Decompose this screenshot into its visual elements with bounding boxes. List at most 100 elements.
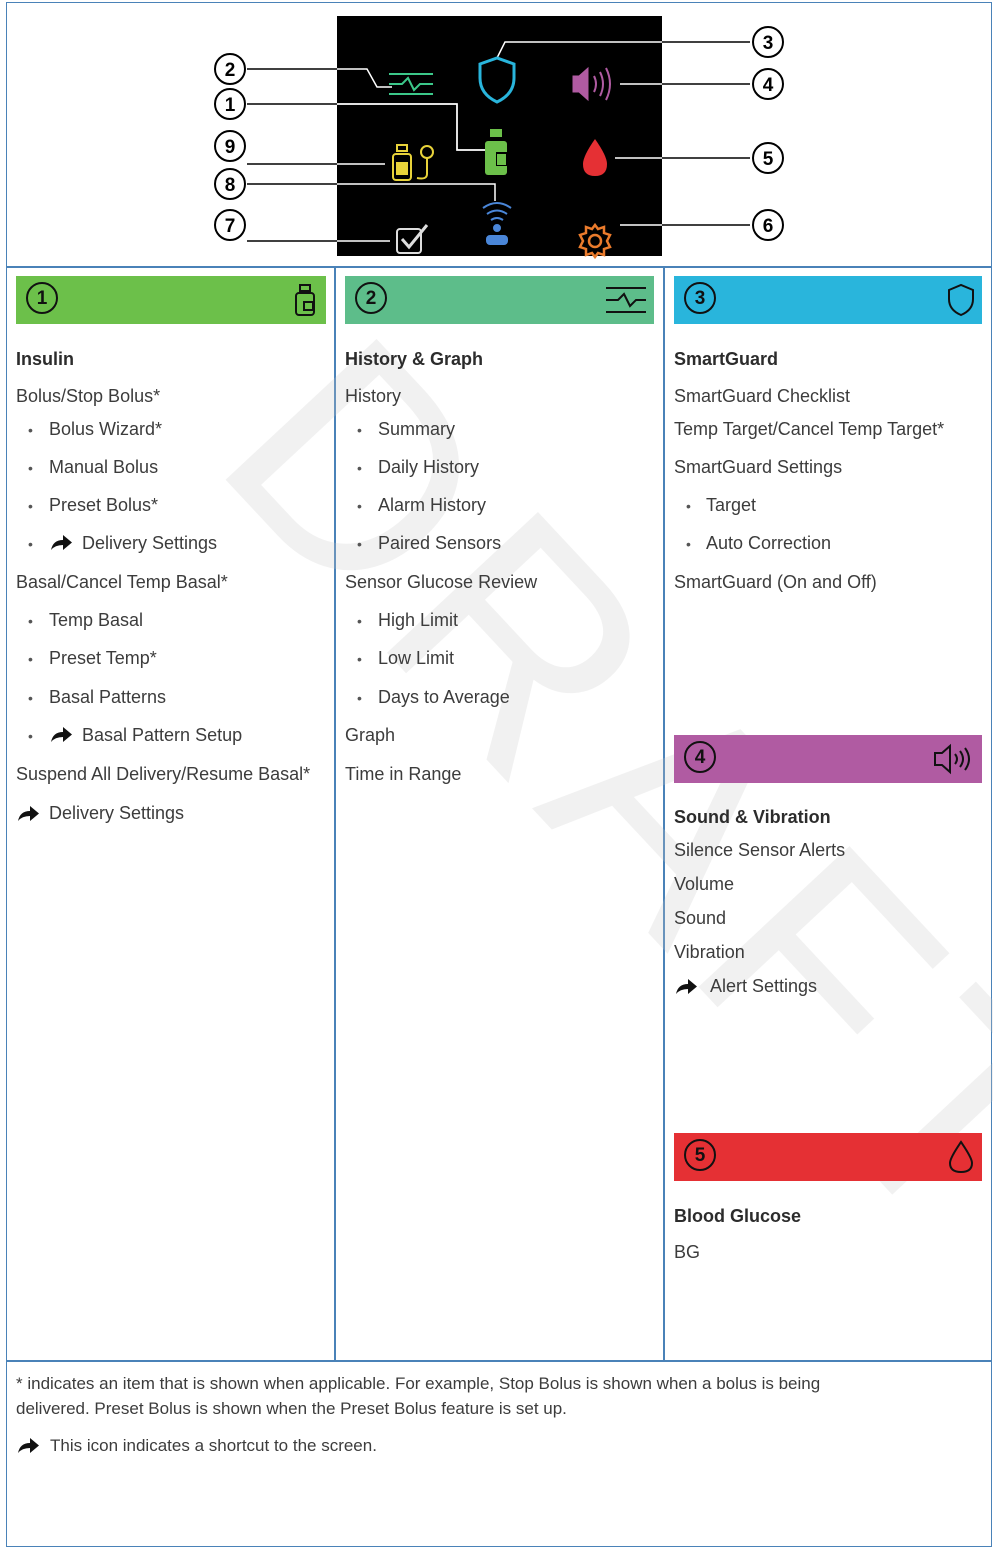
menu-item: Basal/Cancel Temp Basal* <box>16 572 228 592</box>
bullet: • <box>357 498 362 514</box>
menu-item: Bolus Wizard* <box>49 419 163 439</box>
svg-text:4: 4 <box>763 75 774 96</box>
shortcut-arrow-icon <box>18 1438 39 1453</box>
section-number: 2 <box>355 282 387 314</box>
section-number: 5 <box>684 1139 716 1171</box>
menu-item: Alarm History <box>378 495 487 515</box>
menu-item: Temp Target/Cancel Temp Target* <box>674 419 945 439</box>
callout-7: 7 <box>214 209 246 241</box>
section-number: 4 <box>684 741 716 773</box>
callout-6: 6 <box>752 209 784 241</box>
menu-item: BG <box>674 1242 701 1262</box>
callout-8: 8 <box>214 168 246 200</box>
menu-item: Time in Range <box>345 764 462 784</box>
svg-text:6: 6 <box>763 216 774 237</box>
menu-item: Temp Basal <box>49 610 144 630</box>
bullet: • <box>357 536 362 552</box>
shortcut-arrow-icon <box>51 727 72 742</box>
menu-item: Sound <box>674 908 727 928</box>
shortcut-arrow-icon <box>676 979 697 994</box>
shield-icon <box>948 283 974 317</box>
menu-item: Silence Sensor Alerts <box>674 840 846 860</box>
svg-text:5: 5 <box>763 149 774 170</box>
menu-item: Vibration <box>674 942 745 962</box>
bullet: • <box>28 690 33 706</box>
section-title: Insulin <box>16 349 74 369</box>
svg-text:3: 3 <box>763 33 774 54</box>
section-title: Sound & Vibration <box>674 807 831 827</box>
menu-item: Daily History <box>378 457 480 477</box>
bullet: • <box>28 651 33 667</box>
shortcut-arrow-icon <box>51 535 72 550</box>
svg-text:9: 9 <box>225 137 236 158</box>
smartguard-banner: 3 <box>674 276 982 324</box>
menu-item: Paired Sensors <box>378 533 502 553</box>
menu-item: Basal Pattern Setup <box>82 725 243 745</box>
history-banner: 2 <box>345 276 654 324</box>
footnote-line: * indicates an item that is shown when a… <box>16 1374 821 1393</box>
section-number: 3 <box>684 282 716 314</box>
bullet: • <box>28 728 33 744</box>
callout-3: 3 <box>752 26 784 58</box>
speaker-icon <box>934 743 970 775</box>
svg-text:8: 8 <box>225 175 236 196</box>
insulin-banner: 1 <box>16 276 326 324</box>
menu-item: SmartGuard Checklist <box>674 386 851 406</box>
menu-item: SmartGuard Settings <box>674 457 843 477</box>
drop-icon <box>948 1140 974 1174</box>
section-title: Blood Glucose <box>674 1206 802 1226</box>
menu-item: Days to Average <box>378 687 510 707</box>
home-menu-diagram: 2 1 9 8 7 3 4 5 6 <box>205 16 805 262</box>
menu-item: Delivery Settings <box>49 803 185 823</box>
menu-item: Graph <box>345 725 396 745</box>
callout-5: 5 <box>752 142 784 174</box>
bg-banner: 5 <box>674 1133 982 1181</box>
menu-item: History <box>345 386 402 406</box>
bullet: • <box>28 460 33 476</box>
bullet: • <box>357 422 362 438</box>
shortcut-legend: This icon indicates a shortcut to the sc… <box>50 1436 377 1455</box>
section-title: History & Graph <box>345 349 484 369</box>
divider-top <box>6 266 992 268</box>
svg-text:7: 7 <box>225 216 236 237</box>
bullet: • <box>357 651 362 667</box>
column-divider-1 <box>334 266 336 1361</box>
section-title: SmartGuard <box>674 349 779 369</box>
history-graph-icon <box>606 287 646 313</box>
menu-item: Manual Bolus <box>49 457 159 477</box>
callout-1: 1 <box>214 88 246 120</box>
svg-text:2: 2 <box>225 60 236 81</box>
bullet: • <box>28 613 33 629</box>
menu-item: Sensor Glucose Review <box>345 572 538 592</box>
menu-item: High Limit <box>378 610 459 630</box>
section-number: 1 <box>26 282 58 314</box>
bullet: • <box>686 498 691 514</box>
menu-item: Suspend All Delivery/Resume Basal* <box>16 764 311 784</box>
svg-text:1: 1 <box>225 95 236 116</box>
menu-item: Basal Patterns <box>49 687 167 707</box>
menu-item: Delivery Settings <box>82 533 218 553</box>
menu-item: Low Limit <box>378 648 455 668</box>
bullet: • <box>357 460 362 476</box>
menu-item: Preset Temp* <box>49 648 157 668</box>
column-divider-2 <box>663 266 665 1361</box>
bullet: • <box>357 690 362 706</box>
callout-2: 2 <box>214 53 246 85</box>
callout-4: 4 <box>752 68 784 100</box>
bullet: • <box>357 613 362 629</box>
bullet: • <box>28 498 33 514</box>
menu-item: Summary <box>378 419 456 439</box>
footnote-line: delivered. Preset Bolus is shown when th… <box>16 1399 567 1418</box>
bullet: • <box>686 536 691 552</box>
menu-item: Bolus/Stop Bolus* <box>16 386 161 406</box>
menu-item: Auto Correction <box>706 533 832 553</box>
footnote: * indicates an item that is shown when a… <box>16 1371 976 1421</box>
bullet: • <box>28 422 33 438</box>
sound-banner: 4 <box>674 735 982 783</box>
menu-item: Volume <box>674 874 735 894</box>
insulin-vial-icon <box>295 284 315 316</box>
shortcut-arrow-icon <box>18 806 39 821</box>
menu-item: SmartGuard (On and Off) <box>674 572 877 592</box>
menu-item: Target <box>706 495 757 515</box>
menu-item: Alert Settings <box>710 976 818 996</box>
